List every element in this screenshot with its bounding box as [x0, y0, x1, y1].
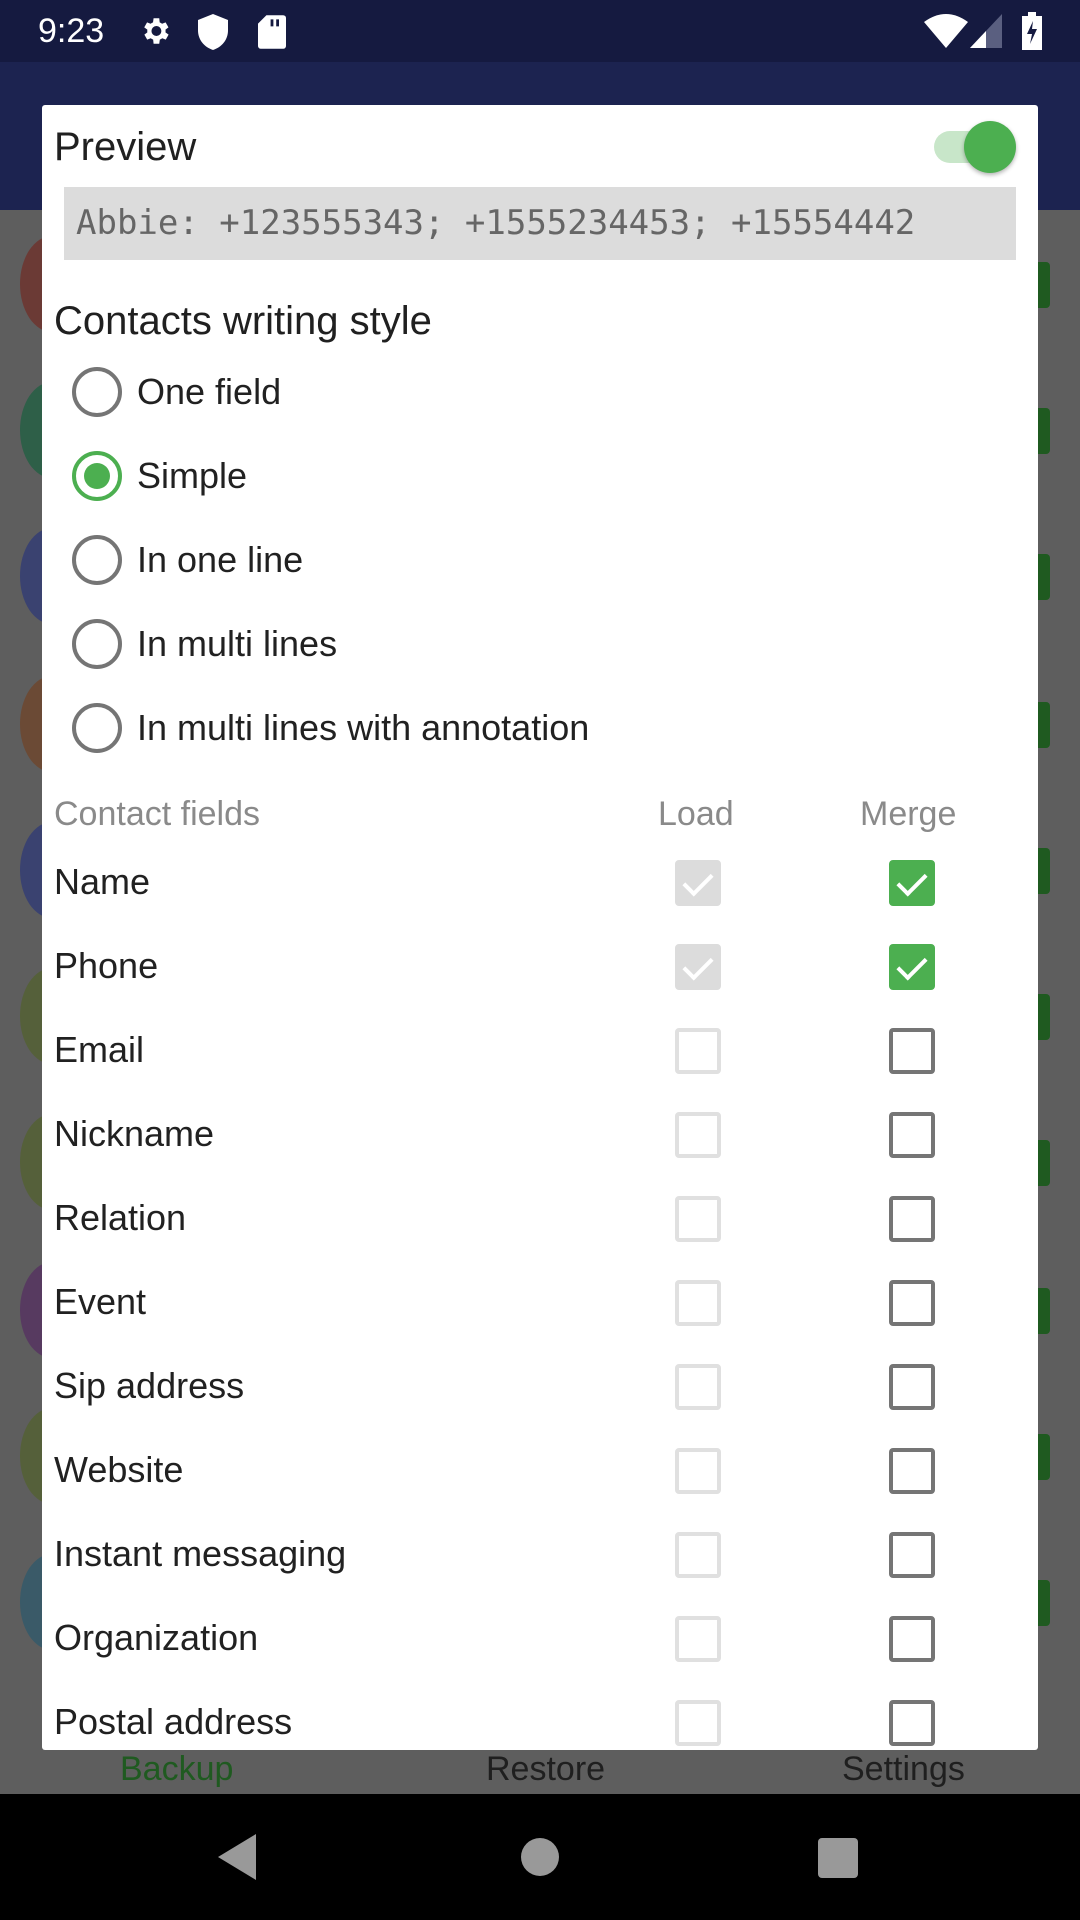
style-option[interactable]: One field [64, 357, 964, 427]
tab-backup[interactable]: Backup [120, 1750, 233, 1789]
style-option-label: In multi lines with annotation [137, 707, 590, 748]
load-checkbox[interactable] [675, 1364, 721, 1410]
field-row: Nickname [42, 1093, 1038, 1177]
contact-fields-header: Contact fields [54, 795, 260, 833]
field-label: Email [54, 1029, 145, 1070]
merge-checkbox[interactable] [889, 1448, 935, 1494]
toggle-thumb[interactable] [964, 121, 1016, 173]
merge-checkbox[interactable] [889, 1532, 935, 1578]
load-checkbox[interactable] [675, 1532, 721, 1578]
merge-checkbox[interactable] [889, 1280, 935, 1326]
wifi-icon [924, 14, 968, 48]
merge-checkbox[interactable] [889, 1112, 935, 1158]
field-row: Relation [42, 1177, 1038, 1261]
merge-checkbox[interactable] [889, 1028, 935, 1074]
navigation-bar [0, 1794, 1080, 1920]
field-row: Organization [42, 1597, 1038, 1681]
style-option-label: In one line [137, 539, 304, 580]
load-checkbox[interactable] [675, 944, 721, 990]
radio-button[interactable] [72, 703, 122, 753]
style-option[interactable]: In one line [64, 525, 964, 595]
load-checkbox[interactable] [675, 1448, 721, 1494]
field-label: Sip address [54, 1365, 245, 1406]
radio-button[interactable] [72, 619, 122, 669]
preview-box: Abbie: +123555343; +1555234453; +1555444… [64, 187, 1016, 260]
load-checkbox[interactable] [675, 1700, 721, 1746]
merge-checkbox[interactable] [889, 1196, 935, 1242]
field-label: Event [54, 1281, 147, 1322]
load-checkbox[interactable] [675, 1028, 721, 1074]
merge-checkbox[interactable] [889, 1364, 935, 1410]
load-header: Load [658, 795, 734, 833]
style-option-label: In multi lines [137, 623, 338, 664]
gear-icon [144, 18, 169, 44]
style-option[interactable]: In multi lines [64, 609, 964, 679]
status-time: 9:23 [38, 12, 105, 50]
style-option[interactable]: Simple [64, 441, 964, 511]
tab-restore[interactable]: Restore [486, 1750, 605, 1789]
field-row: Website [42, 1429, 1038, 1513]
merge-checkbox[interactable] [889, 860, 935, 906]
merge-checkbox[interactable] [889, 944, 935, 990]
field-row: Email [42, 1009, 1038, 1093]
field-label: Nickname [54, 1113, 215, 1154]
field-row: Instant messaging [42, 1513, 1038, 1597]
radio-button[interactable] [72, 367, 122, 417]
tab-settings[interactable]: Settings [842, 1750, 965, 1789]
merge-checkbox[interactable] [889, 1616, 935, 1662]
merge-checkbox[interactable] [889, 1700, 935, 1746]
signal-icon [970, 14, 1002, 48]
sd-card-icon [258, 15, 286, 49]
home-icon[interactable] [521, 1838, 559, 1876]
status-bar: 9:23 [0, 0, 1080, 62]
field-row: Name [42, 841, 1038, 925]
bottom-tabs: Backup Restore Settings [0, 1750, 1080, 1794]
merge-header: Merge [860, 795, 957, 833]
field-label: Phone [54, 945, 159, 986]
load-checkbox[interactable] [675, 1112, 721, 1158]
battery-charging-icon [1022, 12, 1042, 50]
style-option-label: Simple [137, 455, 248, 496]
field-label: Name [54, 861, 151, 902]
field-row: Phone [42, 925, 1038, 1009]
field-row: Postal address [42, 1681, 1038, 1750]
load-checkbox[interactable] [675, 860, 721, 906]
field-row: Event [42, 1261, 1038, 1345]
back-icon[interactable] [218, 1834, 258, 1880]
load-checkbox[interactable] [675, 1280, 721, 1326]
field-label: Postal address [54, 1701, 293, 1742]
shield-icon [198, 14, 228, 50]
preview-label: Preview [54, 125, 197, 169]
field-label: Organization [54, 1617, 259, 1658]
radio-button[interactable] [72, 535, 122, 585]
recents-icon[interactable] [818, 1838, 858, 1878]
load-checkbox[interactable] [675, 1616, 721, 1662]
field-row: Sip address [42, 1345, 1038, 1429]
radio-button[interactable] [72, 451, 122, 501]
style-option[interactable]: In multi lines with annotation [64, 693, 964, 763]
field-label: Instant messaging [54, 1533, 347, 1574]
field-label: Relation [54, 1197, 187, 1238]
field-label: Website [54, 1449, 184, 1490]
style-option-label: One field [137, 371, 282, 412]
contact-format-dialog: Preview Abbie: +123555343; +1555234453; … [42, 105, 1038, 1750]
writing-style-title: Contacts writing style [54, 299, 432, 343]
preview-text: Abbie: +123555343; +1555234453; +1555444… [76, 203, 916, 243]
load-checkbox[interactable] [675, 1196, 721, 1242]
